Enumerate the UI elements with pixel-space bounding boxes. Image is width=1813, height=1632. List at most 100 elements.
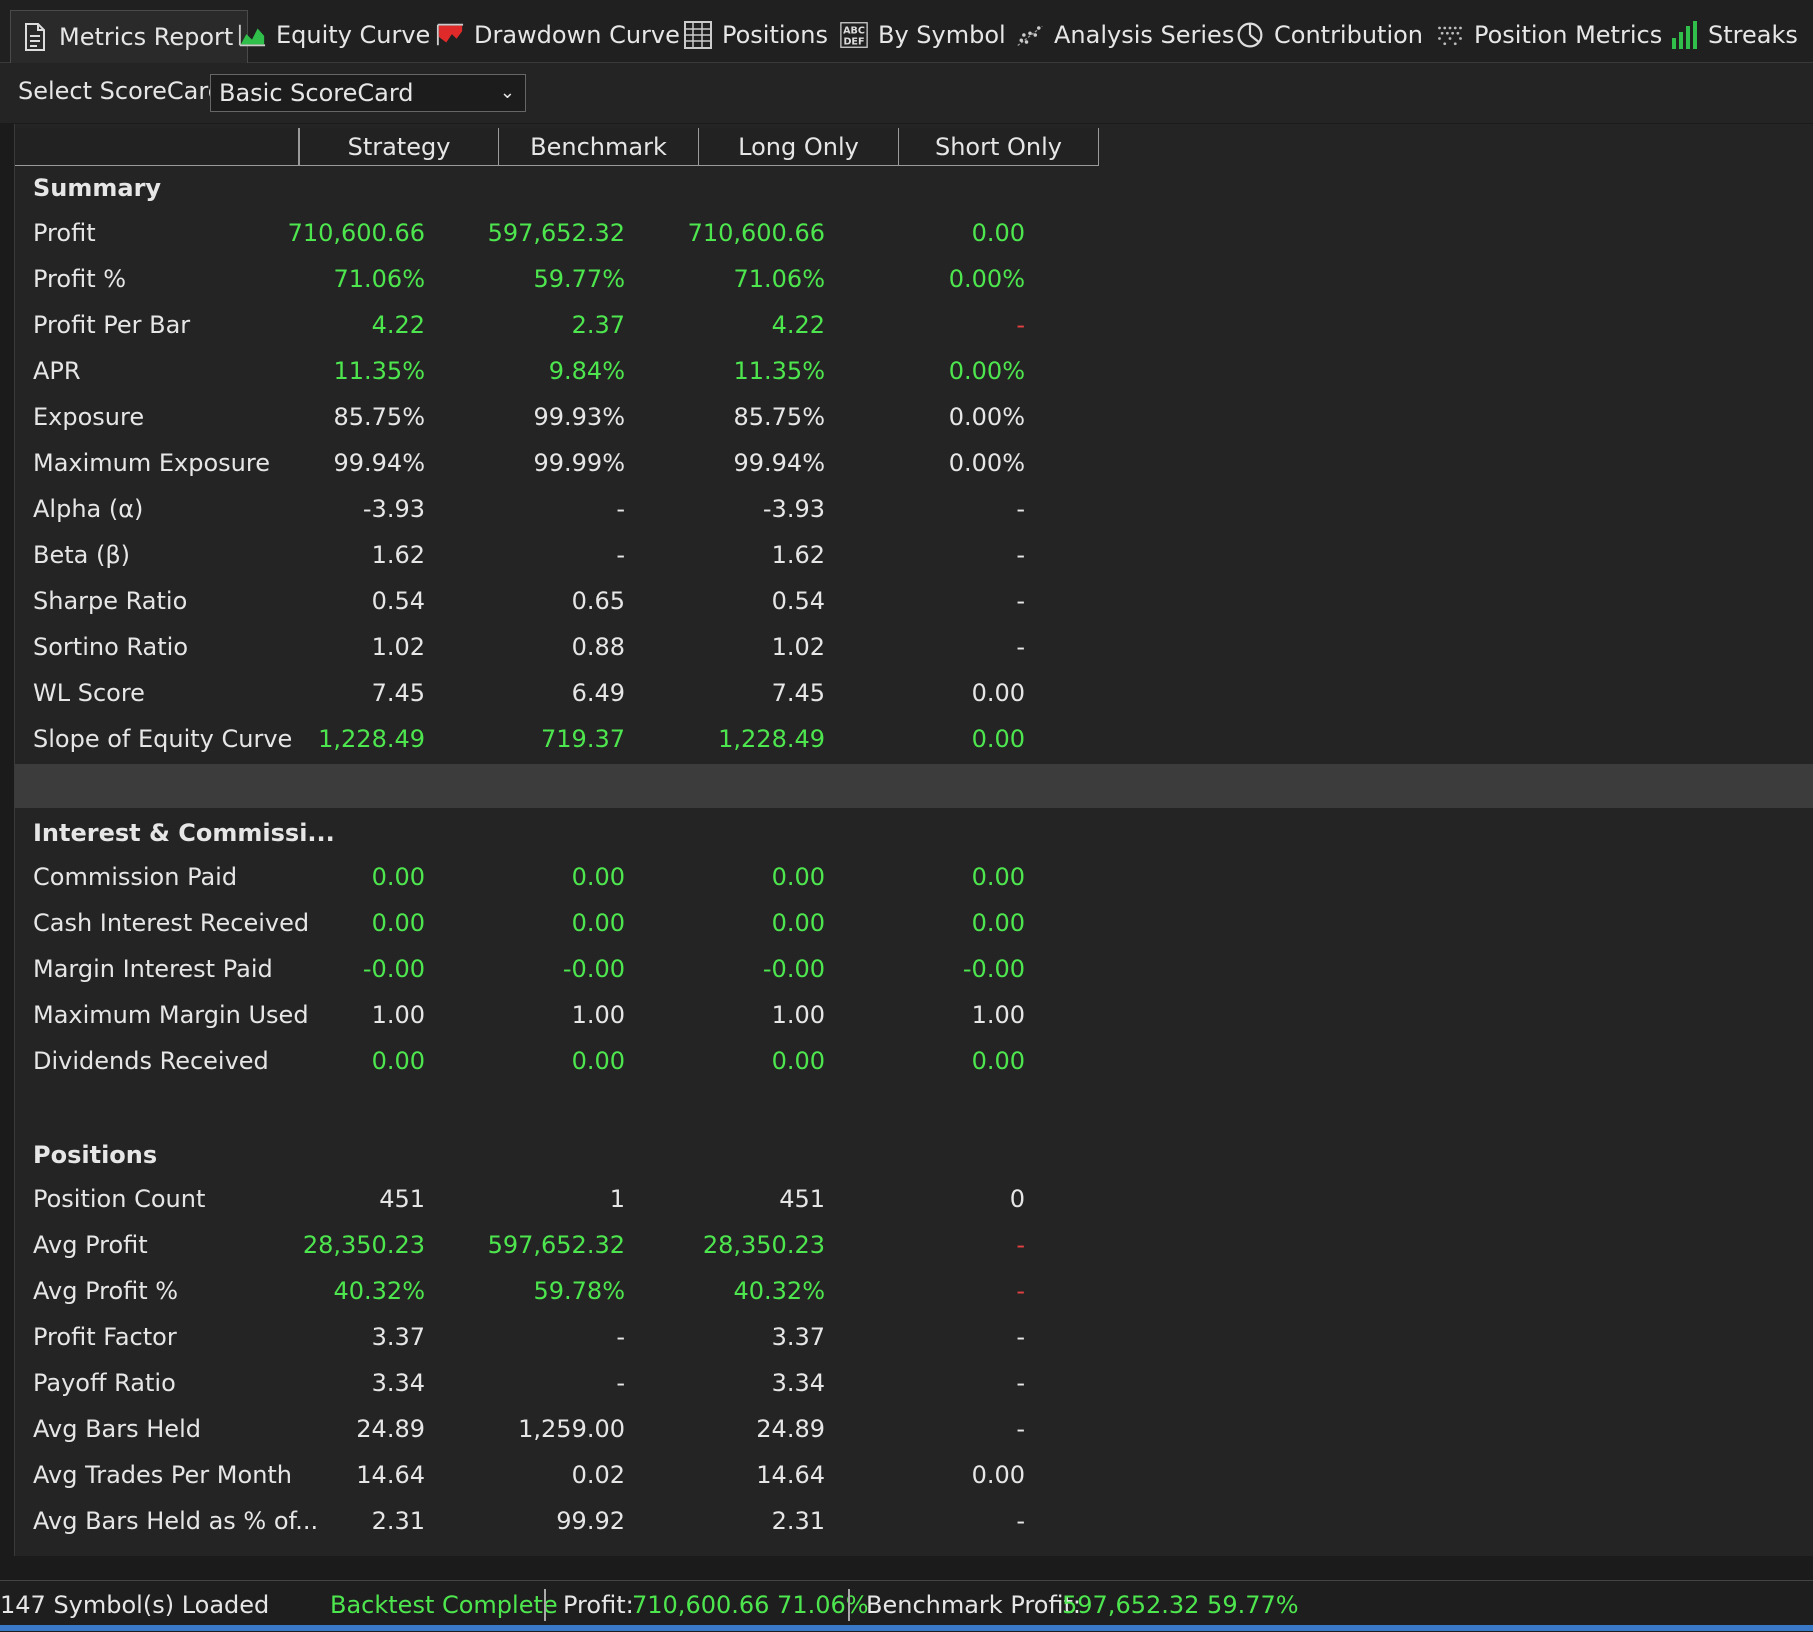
metric-value-strategy: 28,350.23: [302, 1231, 425, 1259]
metric-label: Profit: [33, 219, 96, 247]
area-chart-icon: [238, 21, 266, 49]
metric-value-strategy: 0.00: [371, 863, 425, 891]
metric-row: Avg Profit % 40.32% 59.78% 40.32% -: [15, 1269, 1813, 1315]
status-benchmark-label: Benchmark Profit:: [866, 1591, 1082, 1619]
scorecard-label: Select ScoreCard:: [18, 77, 232, 105]
metric-value-short-only: 0.00: [971, 863, 1025, 891]
status-divider: [848, 1589, 850, 1621]
tab-contribution[interactable]: Contribution: [1236, 10, 1423, 60]
metric-value-benchmark: 0.00: [571, 863, 625, 891]
tab-drawdown-curve[interactable]: Drawdown Curve: [436, 10, 680, 60]
metric-value-benchmark: -: [616, 541, 625, 569]
metric-value-benchmark: -: [616, 495, 625, 523]
metric-row: WL Score 7.45 6.49 7.45 0.00: [15, 671, 1813, 717]
metric-value-benchmark: 0.00: [571, 909, 625, 937]
metric-value-long-only: 3.37: [771, 1323, 825, 1351]
metric-value-benchmark: 1: [609, 1185, 625, 1213]
metric-label: WL Score: [33, 679, 145, 707]
metric-label: Position Count: [33, 1185, 206, 1213]
metric-value-short-only: 0.00%: [948, 357, 1025, 385]
metric-value-short-only: 1.00: [971, 1001, 1025, 1029]
tab-analysis-series[interactable]: Analysis Series: [1016, 10, 1234, 60]
metric-value-long-only: 1.62: [771, 541, 825, 569]
metric-value-short-only: 0.00: [971, 1047, 1025, 1075]
chevron-down-icon: ⌄: [499, 82, 515, 103]
metric-row: Margin Interest Paid -0.00 -0.00 -0.00 -0.00: [15, 947, 1813, 993]
tab-label: Contribution: [1274, 21, 1424, 49]
metric-row: Avg Bars Held 24.89 1,259.00 24.89 -: [15, 1407, 1813, 1453]
column-header-benchmark[interactable]: Benchmark: [499, 128, 699, 166]
metric-row: Avg Profit 28,350.23 597,652.32 28,350.23 -: [15, 1223, 1813, 1269]
metric-label: Sharpe Ratio: [33, 587, 188, 615]
metric-row: Payoff Ratio 3.34 - 3.34 -: [15, 1361, 1813, 1407]
metric-value-short-only: -: [1016, 1323, 1025, 1351]
metric-value-short-only: -: [1016, 1277, 1025, 1305]
tab-label: Streaks: [1708, 21, 1798, 49]
metric-value-long-only: 0.00: [771, 863, 825, 891]
tab-label: Position Metrics: [1474, 21, 1663, 49]
metric-value-long-only: 710,600.66: [687, 219, 825, 247]
metric-value-strategy: 11.35%: [333, 357, 425, 385]
tab-position-metrics[interactable]: Position Metrics: [1436, 10, 1662, 60]
scatter-icon: [1016, 21, 1044, 49]
metric-value-long-only: 28,350.23: [702, 1231, 825, 1259]
drawdown-icon: [436, 21, 464, 49]
column-header-strategy[interactable]: Strategy: [299, 128, 499, 166]
status-backtest: Backtest Complete: [330, 1591, 558, 1619]
tab-by-symbol[interactable]: ABC DEF By Symbol: [840, 10, 1006, 60]
metric-value-short-only: 0.00%: [948, 449, 1025, 477]
metric-value-short-only: 0.00: [971, 1461, 1025, 1489]
metric-row: Avg Trades Per Month 14.64 0.02 14.64 0.00: [15, 1453, 1813, 1499]
metric-value-benchmark: 1.00: [571, 1001, 625, 1029]
metric-value-long-only: 11.35%: [733, 357, 825, 385]
metric-value-benchmark: 0.00: [571, 1047, 625, 1075]
document-icon: [21, 23, 49, 51]
metric-value-short-only: -: [1016, 1231, 1025, 1259]
scorecard-row: Select ScoreCard: Basic ScoreCard ⌄: [0, 63, 1813, 123]
metric-label: Profit %: [33, 265, 127, 293]
metric-value-short-only: 0.00: [971, 679, 1025, 707]
metric-value-benchmark: 59.77%: [533, 265, 625, 293]
metric-value-strategy: 1.02: [371, 633, 425, 661]
metric-value-short-only: -: [1016, 587, 1025, 615]
metric-value-benchmark: 597,652.32: [487, 219, 625, 247]
column-header-blank: [15, 128, 299, 166]
table-icon: [684, 21, 712, 49]
metric-label: Avg Profit: [33, 1231, 148, 1259]
metric-value-long-only: 3.34: [771, 1369, 825, 1397]
metric-value-strategy: 0.54: [371, 587, 425, 615]
metric-row: Cash Interest Received 0.00 0.00 0.00 0.00: [15, 901, 1813, 947]
metric-label: Profit Per Bar: [33, 311, 191, 339]
metric-value-strategy: 24.89: [356, 1415, 425, 1443]
metric-value-short-only: -: [1016, 495, 1025, 523]
metric-row: Sortino Ratio 1.02 0.88 1.02 -: [15, 625, 1813, 671]
metric-value-long-only: 14.64: [756, 1461, 825, 1489]
metric-label: Profit Factor: [33, 1323, 177, 1351]
column-header-long-only[interactable]: Long Only: [699, 128, 899, 166]
metric-value-strategy: 7.45: [371, 679, 425, 707]
metric-value-benchmark: 0.88: [571, 633, 625, 661]
tab-metrics-report[interactable]: Metrics Report: [10, 10, 249, 63]
dots-icon: [1436, 21, 1464, 49]
metric-value-long-only: 0.54: [771, 587, 825, 615]
column-header-short-only[interactable]: Short Only: [899, 128, 1099, 166]
metric-value-strategy: 1.62: [371, 541, 425, 569]
metric-value-short-only: 0.00: [971, 909, 1025, 937]
tab-streaks[interactable]: Streaks: [1670, 10, 1798, 60]
metric-label: Maximum Exposure: [33, 449, 270, 477]
metric-row: Profit Per Bar 4.22 2.37 4.22 -: [15, 303, 1813, 349]
metric-row: Maximum Exposure 99.94% 99.99% 99.94% 0.00%: [15, 441, 1813, 487]
tab-positions[interactable]: Positions: [684, 10, 828, 60]
metric-value-benchmark: 9.84%: [548, 357, 625, 385]
metric-value-short-only: -: [1016, 541, 1025, 569]
tab-label: Equity Curve: [276, 21, 431, 49]
metric-value-short-only: 0.00%: [948, 403, 1025, 431]
tab-label: Positions: [722, 21, 828, 49]
metric-value-strategy: 451: [379, 1185, 425, 1213]
tab-equity-curve[interactable]: Equity Curve: [238, 10, 430, 60]
metric-row: Exposure 85.75% 99.93% 85.75% 0.00%: [15, 395, 1813, 441]
metric-value-benchmark: 719.37: [541, 725, 625, 753]
metric-value-benchmark: 99.99%: [533, 449, 625, 477]
scorecard-select[interactable]: Basic ScoreCard ⌄: [210, 74, 526, 112]
tab-label: Analysis Series: [1054, 21, 1235, 49]
